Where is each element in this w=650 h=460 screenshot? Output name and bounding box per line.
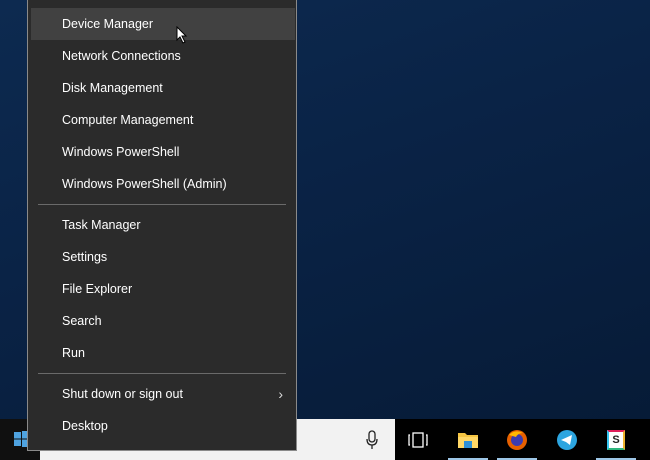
label: Desktop bbox=[62, 419, 108, 433]
label: Computer Management bbox=[62, 113, 194, 127]
mouse-cursor-icon bbox=[176, 26, 188, 44]
label: File Explorer bbox=[62, 282, 133, 296]
firefox-icon bbox=[507, 429, 527, 450]
menu-item-disk-management[interactable]: Disk Management bbox=[31, 72, 295, 104]
label: Windows PowerShell (Admin) bbox=[62, 177, 227, 191]
label: Device Manager bbox=[62, 17, 154, 31]
label: Run bbox=[62, 346, 85, 360]
task-view-button[interactable] bbox=[396, 419, 440, 460]
menu-item-shut-down[interactable]: Shut down or sign out › bbox=[31, 378, 295, 410]
winx-context-menu: Device Manager Network Connections Disk … bbox=[27, 0, 297, 451]
menu-item-network-connections[interactable]: Network Connections bbox=[31, 40, 295, 72]
menu-item-settings[interactable]: Settings bbox=[31, 241, 295, 273]
telegram-icon bbox=[557, 429, 577, 450]
menu-item-windows-powershell-admin[interactable]: Windows PowerShell (Admin) bbox=[31, 168, 295, 200]
slack-button[interactable]: S bbox=[594, 419, 638, 460]
label: Shut down or sign out bbox=[62, 387, 183, 401]
task-view-icon bbox=[408, 431, 428, 448]
menu-item-computer-management[interactable]: Computer Management bbox=[31, 104, 295, 136]
telegram-button[interactable] bbox=[545, 419, 589, 460]
menu-item-task-manager[interactable]: Task Manager bbox=[31, 209, 295, 241]
label: Settings bbox=[62, 250, 108, 264]
file-explorer-icon bbox=[458, 432, 478, 448]
label: Network Connections bbox=[62, 49, 181, 63]
chevron-right-icon: › bbox=[278, 386, 283, 402]
label: Search bbox=[62, 314, 102, 328]
menu-item-device-manager[interactable]: Device Manager bbox=[31, 8, 295, 40]
menu-item-search[interactable]: Search bbox=[31, 305, 295, 337]
menu-item-run[interactable]: Run bbox=[31, 337, 295, 369]
slack-icon: S bbox=[607, 429, 625, 450]
slack-letter: S bbox=[612, 433, 620, 446]
label: Disk Management bbox=[62, 81, 163, 95]
microphone-icon[interactable] bbox=[366, 430, 378, 450]
menu-separator bbox=[38, 373, 286, 374]
firefox-button[interactable] bbox=[495, 419, 539, 460]
menu-separator bbox=[38, 204, 286, 205]
label: Windows PowerShell bbox=[62, 145, 180, 159]
menu-item-file-explorer[interactable]: File Explorer bbox=[31, 273, 295, 305]
menu-item-windows-powershell[interactable]: Windows PowerShell bbox=[31, 136, 295, 168]
file-explorer-button[interactable] bbox=[446, 419, 490, 460]
menu-item-desktop[interactable]: Desktop bbox=[31, 410, 295, 442]
label: Task Manager bbox=[62, 218, 141, 232]
